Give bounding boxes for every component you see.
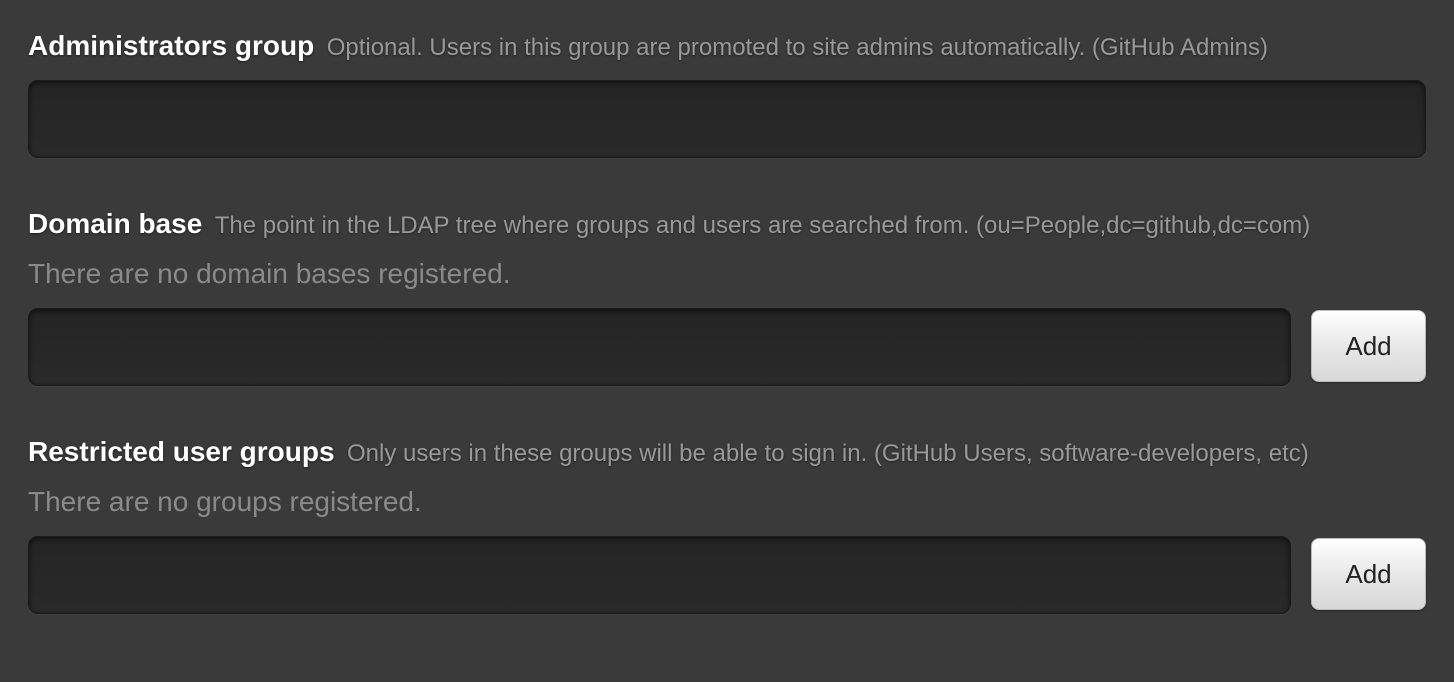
administrators-group-title: Administrators group <box>28 30 314 61</box>
domain-base-input-row: Add <box>28 308 1426 386</box>
restricted-groups-input-row: Add <box>28 536 1426 614</box>
administrators-group-input[interactable] <box>28 80 1426 158</box>
administrators-group-section: Administrators group Optional. Users in … <box>28 30 1426 158</box>
restricted-groups-empty-message: There are no groups registered. <box>28 486 1426 518</box>
administrators-group-input-row <box>28 80 1426 158</box>
domain-base-add-button[interactable]: Add <box>1311 310 1426 382</box>
restricted-groups-input[interactable] <box>28 536 1291 614</box>
domain-base-description: The point in the LDAP tree where groups … <box>215 212 1311 239</box>
administrators-group-header: Administrators group Optional. Users in … <box>28 30 1426 62</box>
domain-base-input[interactable] <box>28 308 1291 386</box>
restricted-groups-section: Restricted user groups Only users in the… <box>28 436 1426 614</box>
domain-base-header: Domain base The point in the LDAP tree w… <box>28 208 1426 240</box>
restricted-groups-header: Restricted user groups Only users in the… <box>28 436 1426 468</box>
domain-base-title: Domain base <box>28 208 202 239</box>
domain-base-section: Domain base The point in the LDAP tree w… <box>28 208 1426 386</box>
restricted-groups-title: Restricted user groups <box>28 436 335 467</box>
domain-base-empty-message: There are no domain bases registered. <box>28 258 1426 290</box>
administrators-group-description: Optional. Users in this group are promot… <box>327 34 1268 61</box>
restricted-groups-add-button[interactable]: Add <box>1311 538 1426 610</box>
restricted-groups-description: Only users in these groups will be able … <box>347 440 1309 467</box>
